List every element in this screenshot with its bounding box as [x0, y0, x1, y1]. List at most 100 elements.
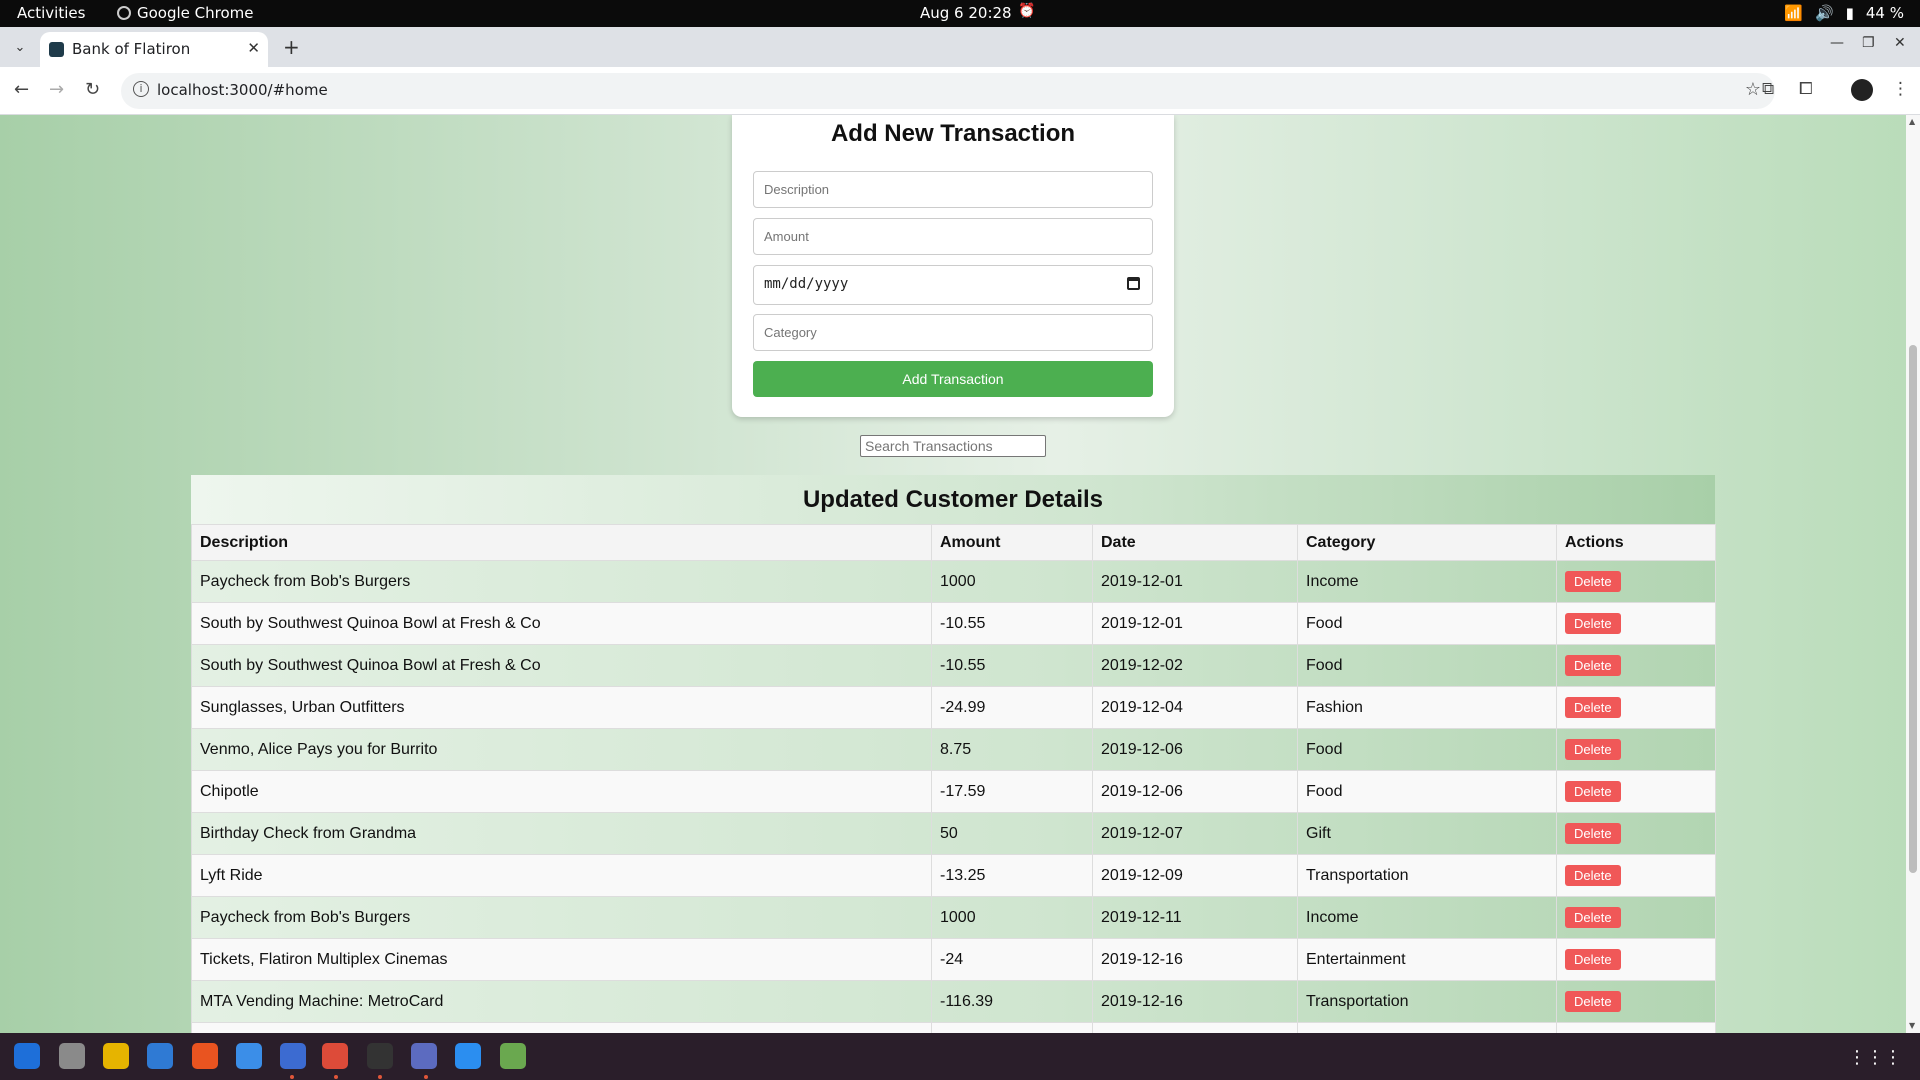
cell-category: Income	[1297, 896, 1557, 939]
delete-button[interactable]: Delete	[1565, 571, 1621, 592]
running-indicator	[334, 1075, 338, 1079]
add-transaction-button[interactable]: Add Transaction	[753, 361, 1153, 397]
cell-description: Venmo, Alice Pays you for Burrito	[191, 728, 932, 771]
transactions-table: Updated Customer Details Description Amo…	[191, 475, 1716, 1033]
search-input[interactable]	[860, 435, 1046, 457]
calendar-icon[interactable]	[1127, 277, 1140, 290]
add-transaction-form: Add New Transaction mm/dd/yyyy Add Trans…	[732, 115, 1174, 417]
chrome-app-icon	[117, 6, 131, 20]
page-scrollbar[interactable]: ▲ ▼	[1906, 115, 1920, 1033]
files-icon[interactable]	[59, 1043, 85, 1069]
tab-bank-of-flatiron[interactable]: Bank of Flatiron ✕	[40, 32, 268, 67]
cell-amount: 50	[931, 812, 1093, 855]
bookmark-star-icon[interactable]: ☆	[1745, 79, 1761, 100]
vscode-icon[interactable]	[455, 1043, 481, 1069]
page-viewport: Add New Transaction mm/dd/yyyy Add Trans…	[0, 115, 1920, 1033]
cell-category: Food	[1297, 728, 1557, 771]
delete-button[interactable]: Delete	[1565, 823, 1621, 844]
close-tab-icon[interactable]: ✕	[247, 39, 260, 57]
terminal-icon[interactable]	[367, 1043, 393, 1069]
reload-icon[interactable]: ↻	[85, 79, 100, 100]
tab-title: Bank of Flatiron	[72, 40, 191, 58]
menu-kebab-icon[interactable]: ⋮	[1892, 79, 1909, 99]
system-top-bar: Activities Google Chrome Aug 6 20:28 ⏰ 📶…	[0, 0, 1920, 27]
table-row: Birthday Check from Grandma 50 2019-12-07 G…	[191, 812, 1716, 855]
app-menu[interactable]: Google Chrome	[117, 4, 254, 22]
cell-actions: Delete	[1556, 560, 1716, 603]
scroll-down-icon[interactable]: ▼	[1909, 1021, 1915, 1030]
table-row: Paycheck from Bob's Burgers 1000 2019-12-1…	[191, 896, 1716, 939]
alarm-icon: ⏰	[1018, 3, 1036, 19]
delete-button[interactable]: Delete	[1565, 991, 1621, 1012]
system-tray[interactable]: 📶 🔊 ▮ 44 %	[1784, 4, 1904, 22]
table-row: South by Southwest Quinoa Bowl at Fresh …	[191, 602, 1716, 645]
profile-avatar[interactable]	[1851, 79, 1873, 101]
cell-date: 2019-12-01	[1092, 560, 1298, 603]
activities-button[interactable]: Activities	[17, 4, 85, 22]
firefox-icon[interactable]	[14, 1043, 40, 1069]
chrome-icon[interactable]	[322, 1043, 348, 1069]
app-center-icon[interactable]	[192, 1043, 218, 1069]
description-input[interactable]	[753, 171, 1153, 208]
cell-description: Paycheck from Bob's Burgers	[191, 560, 932, 603]
volume-icon: 🔊	[1814, 4, 1834, 22]
cell-category: Entertainment	[1297, 938, 1557, 981]
table-row: MTA Vending Machine: MetroCard -116.39 201…	[191, 980, 1716, 1023]
cell-amount: -24.99	[931, 686, 1093, 729]
address-bar[interactable]: i localhost:3000/#home ☆	[121, 73, 1775, 109]
back-icon[interactable]: ←	[14, 79, 29, 100]
updater-icon[interactable]	[280, 1043, 306, 1069]
cell-category: Food	[1297, 770, 1557, 813]
date-input[interactable]: mm/dd/yyyy	[753, 265, 1153, 305]
maximize-icon[interactable]: ❐	[1862, 35, 1875, 51]
tab-strip: ⌄ Bank of Flatiron ✕ + — ❐ ✕	[0, 27, 1920, 67]
scrollbar-thumb[interactable]	[1909, 345, 1917, 873]
text-editor-icon[interactable]	[411, 1043, 437, 1069]
clock[interactable]: Aug 6 20:28	[920, 4, 1012, 22]
forward-icon[interactable]: →	[49, 79, 64, 100]
cell-actions: Delete	[1556, 980, 1716, 1023]
delete-button[interactable]: Delete	[1565, 739, 1621, 760]
cell-category: Food	[1297, 602, 1557, 645]
delete-button[interactable]: Delete	[1565, 655, 1621, 676]
header-date: Date	[1092, 524, 1298, 561]
battery-level: 44 %	[1865, 4, 1904, 22]
app-name: Google Chrome	[137, 4, 254, 22]
date-mask: mm/dd/yyyy	[764, 276, 849, 292]
site-info-icon[interactable]: i	[133, 81, 149, 97]
close-window-icon[interactable]: ✕	[1894, 35, 1906, 51]
amount-input[interactable]	[753, 218, 1153, 255]
rhythmbox-icon[interactable]	[103, 1043, 129, 1069]
cell-amount: -116.39	[931, 980, 1093, 1023]
trash-icon[interactable]	[500, 1043, 526, 1069]
cell-category: Transportation	[1297, 854, 1557, 897]
running-indicator	[378, 1075, 382, 1079]
category-input[interactable]	[753, 314, 1153, 351]
delete-button[interactable]: Delete	[1565, 865, 1621, 886]
cell-amount: -13.25	[931, 854, 1093, 897]
delete-button[interactable]: Delete	[1565, 781, 1621, 802]
table-row: Delete	[191, 1022, 1716, 1033]
cell-amount	[931, 1022, 1093, 1033]
scroll-up-icon[interactable]: ▲	[1909, 117, 1915, 126]
cell-actions: Delete	[1556, 938, 1716, 981]
delete-button[interactable]: Delete	[1565, 613, 1621, 634]
delete-button[interactable]: Delete	[1565, 907, 1621, 928]
cell-amount: 8.75	[931, 728, 1093, 771]
help-icon[interactable]	[236, 1043, 262, 1069]
cell-date: 2019-12-16	[1092, 938, 1298, 981]
header-category: Category	[1297, 524, 1557, 561]
cell-date: 2019-12-07	[1092, 812, 1298, 855]
cell-category: Food	[1297, 644, 1557, 687]
tab-search-icon[interactable]: ⧉	[1762, 79, 1774, 99]
writer-icon[interactable]	[147, 1043, 173, 1069]
minimize-icon[interactable]: —	[1830, 35, 1844, 51]
extensions-icon[interactable]: ⧠	[1799, 79, 1813, 99]
tab-search-button[interactable]: ⌄	[8, 36, 32, 60]
delete-button[interactable]: Delete	[1565, 949, 1621, 970]
cell-description: Paycheck from Bob's Burgers	[191, 896, 932, 939]
cell-actions: Delete	[1556, 812, 1716, 855]
new-tab-button[interactable]: +	[283, 35, 300, 59]
delete-button[interactable]: Delete	[1565, 697, 1621, 718]
show-apps-icon[interactable]: ⋮⋮⋮	[1848, 1047, 1902, 1068]
